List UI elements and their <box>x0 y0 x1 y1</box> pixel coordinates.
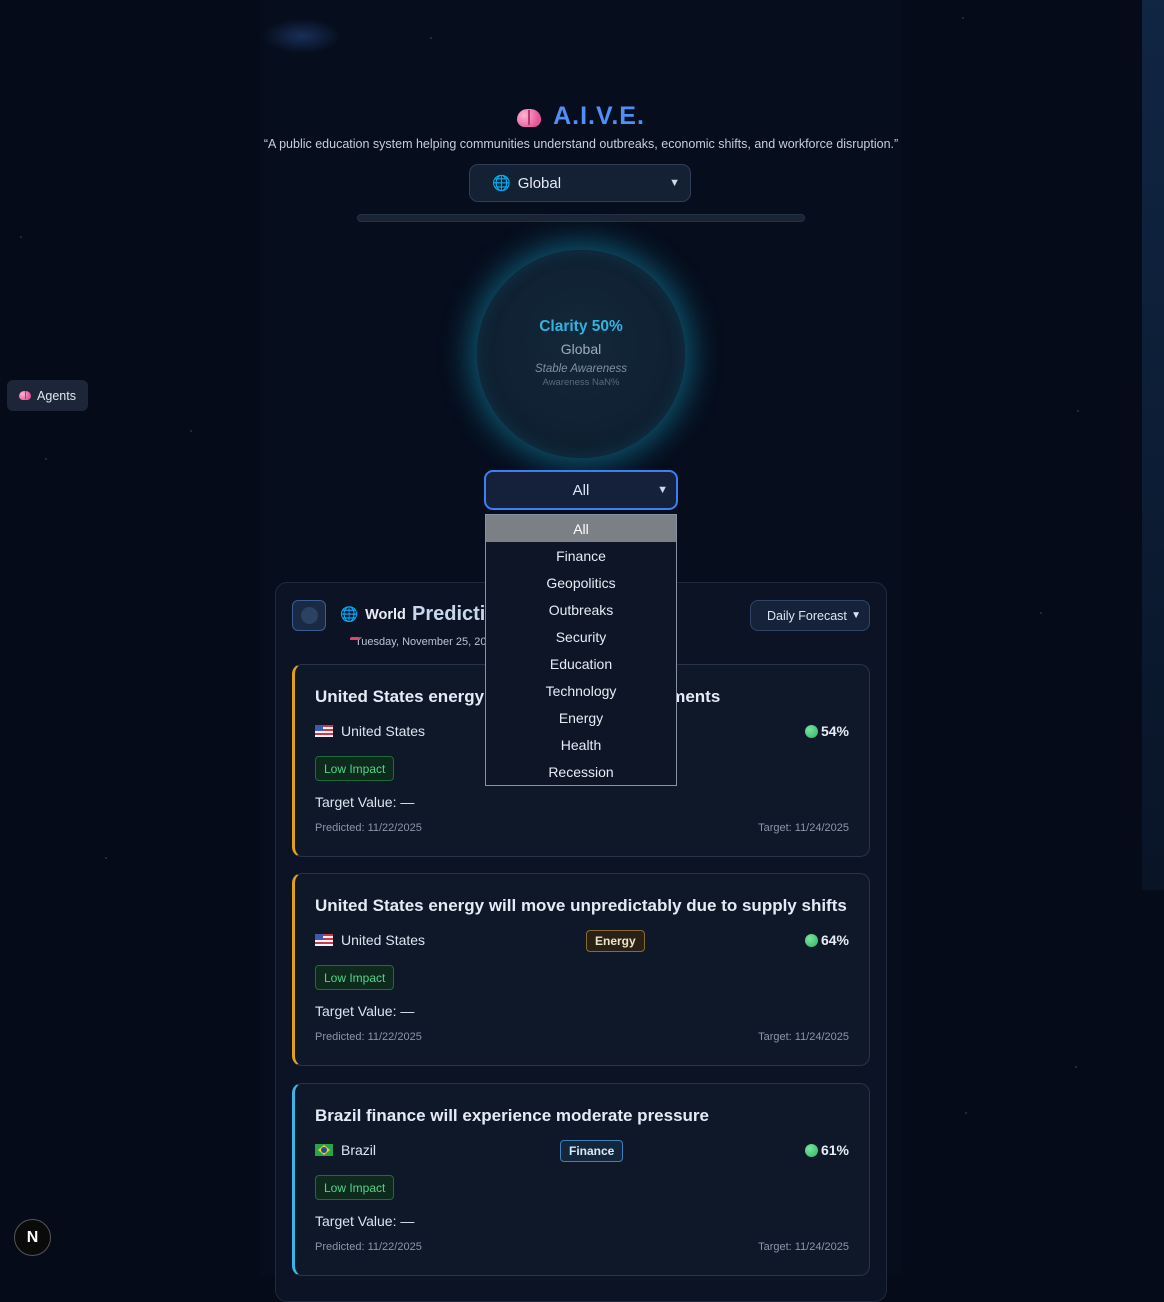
category-option-technology[interactable]: Technology <box>486 677 676 704</box>
app-title: A.I.V.E. <box>553 102 645 130</box>
country-name: Brazil <box>341 1142 377 1158</box>
category-option-education[interactable]: Education <box>486 650 676 677</box>
region-select[interactable]: 🌐 Global ▼ <box>469 164 691 202</box>
us-flag-icon <box>315 725 333 737</box>
predicted-date: Predicted: 11/22/2025 <box>315 1031 422 1043</box>
panel-toggle-button[interactable] <box>292 600 326 631</box>
category-tag: Energy <box>586 930 645 952</box>
prediction-country: United States <box>315 932 425 948</box>
glow-decoration <box>262 18 342 54</box>
star <box>45 458 47 460</box>
category-option-all[interactable]: All <box>486 515 676 542</box>
confidence: 54% <box>804 723 849 739</box>
agents-button-label: Agents <box>37 388 76 403</box>
country-name: United States <box>341 932 426 948</box>
prediction-country: Brazil <box>315 1142 376 1158</box>
panel-date-text: Tuesday, November 25, 2025 <box>355 636 490 648</box>
category-tag: Finance <box>560 1140 624 1162</box>
globe-icon: 🌐 <box>492 175 511 192</box>
category-option-energy[interactable]: Energy <box>486 704 676 731</box>
category-option-security[interactable]: Security <box>486 623 676 650</box>
awareness-state: Stable Awareness <box>534 363 628 375</box>
prediction-card[interactable]: United States energy will move unpredict… <box>292 873 870 1066</box>
predicted-date: Predicted: 11/22/2025 <box>315 1241 422 1253</box>
confidence-dot-icon <box>804 724 818 738</box>
side-glow-decoration <box>1142 0 1164 890</box>
star <box>430 37 432 39</box>
target-value: Target Value: — <box>315 1003 415 1019</box>
confidence-value: 54% <box>820 723 849 739</box>
chevron-down-icon: ▼ <box>657 484 668 496</box>
star <box>190 430 192 432</box>
confidence-dot-icon <box>804 1143 818 1157</box>
country-name: United States <box>341 723 426 739</box>
chevron-down-icon: ▼ <box>669 177 680 189</box>
target-date: Target: 11/24/2025 <box>758 1241 849 1253</box>
forecast-select-value: Daily Forecast <box>767 608 847 623</box>
page-header: A.I.V.E. “A public education system help… <box>260 102 902 151</box>
prediction-country: United States <box>315 723 425 739</box>
brain-icon <box>517 107 543 127</box>
predicted-date: Predicted: 11/22/2025 <box>315 822 422 834</box>
world-label: 🌐 World <box>340 606 406 624</box>
star <box>1077 410 1079 412</box>
confidence-value: 61% <box>820 1142 849 1158</box>
agents-button[interactable]: Agents <box>7 380 88 411</box>
category-option-recession[interactable]: Recession <box>486 758 676 785</box>
star <box>1075 1066 1077 1068</box>
prediction-title: United States energy will move unpredict… <box>315 896 847 915</box>
us-flag-icon <box>315 934 333 946</box>
confidence: 61% <box>804 1142 849 1158</box>
globe-icon: 🌐 <box>340 607 359 623</box>
confidence-value: 64% <box>820 932 849 948</box>
category-dropdown-list: All Finance Geopolitics Outbreaks Securi… <box>485 514 677 786</box>
star <box>965 1112 967 1114</box>
impact-badge: Low Impact <box>315 756 395 781</box>
target-value: Target Value: — <box>315 794 415 810</box>
brand: A.I.V.E. <box>260 102 902 131</box>
region-select-value: Global <box>517 174 562 192</box>
next-devtools-button[interactable]: N <box>14 1219 51 1256</box>
category-select[interactable]: All ▼ <box>484 470 678 510</box>
clarity-progress-bar <box>357 214 805 222</box>
world-label-text: World <box>365 606 406 623</box>
category-option-finance[interactable]: Finance <box>486 542 676 569</box>
category-option-geopolitics[interactable]: Geopolitics <box>486 569 676 596</box>
target-date: Target: 11/24/2025 <box>758 822 849 834</box>
brazil-flag-icon <box>315 1144 333 1156</box>
forecast-select[interactable]: Daily Forecast ▼ <box>750 600 870 631</box>
brain-icon <box>19 390 32 401</box>
star <box>1040 612 1042 614</box>
category-option-health[interactable]: Health <box>486 731 676 758</box>
awareness-value: Awareness NaN% <box>542 377 620 388</box>
target-date: Target: 11/24/2025 <box>758 1031 849 1043</box>
orb-region: Global <box>560 341 602 357</box>
impact-badge: Low Impact <box>315 965 395 990</box>
prediction-card[interactable]: Brazil finance will experience moderate … <box>292 1083 870 1276</box>
tagline: “A public education system helping commu… <box>263 137 899 151</box>
prediction-title: Brazil finance will experience moderate … <box>315 1106 709 1125</box>
star <box>962 17 964 19</box>
impact-badge: Low Impact <box>315 1175 395 1200</box>
star <box>20 236 22 238</box>
panel-date: Tuesday, November 25, 2025 <box>350 636 490 648</box>
confidence: 64% <box>804 932 849 948</box>
star <box>105 857 107 859</box>
chevron-down-icon: ▼ <box>851 610 861 621</box>
target-value: Target Value: — <box>315 1213 415 1229</box>
confidence-dot-icon <box>804 933 818 947</box>
category-select-value: All <box>572 481 590 499</box>
category-option-outbreaks[interactable]: Outbreaks <box>486 596 676 623</box>
clarity-value: Clarity 50% <box>539 318 623 335</box>
clarity-orb: Clarity 50% Global Stable Awareness Awar… <box>477 250 685 458</box>
